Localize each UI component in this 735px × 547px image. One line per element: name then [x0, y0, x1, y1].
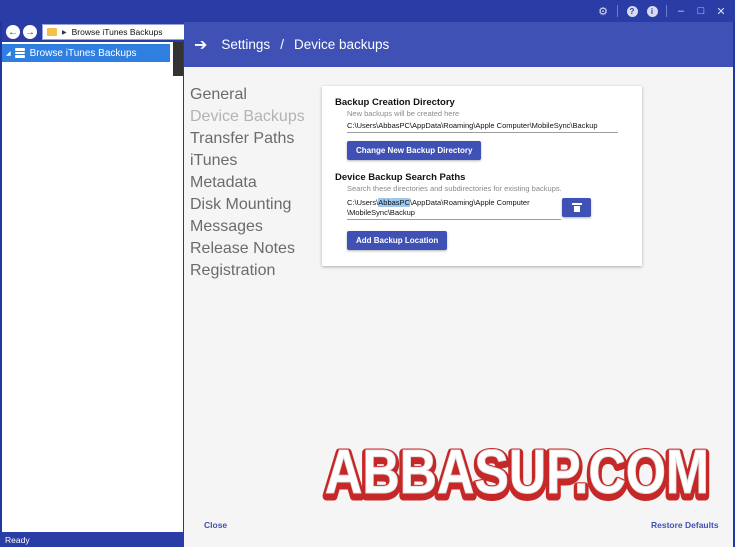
- path-line-2: \MobileSync\Backup: [347, 207, 415, 217]
- close-icon[interactable]: ✕: [713, 3, 729, 19]
- settings-header: ➔ Settings / Device backups: [184, 22, 733, 67]
- title-controls: ⚙ ? i – □ ✕: [595, 3, 729, 19]
- menu-item-release-notes[interactable]: Release Notes: [190, 238, 320, 260]
- breadcrumb-current: Device backups: [293, 37, 390, 52]
- menu-item-messages[interactable]: Messages: [190, 216, 320, 238]
- menu-item-registration[interactable]: Registration: [190, 260, 320, 282]
- path-highlight: AbbasPC: [378, 198, 410, 207]
- caret-right-icon: ▶: [62, 29, 67, 36]
- minimize-icon[interactable]: –: [673, 3, 689, 19]
- pane-divider: [173, 42, 183, 76]
- section-subtitle-creation: New backups will be created here: [347, 109, 460, 118]
- menu-item-transfer-paths[interactable]: Transfer Paths: [190, 128, 320, 150]
- delete-path-button[interactable]: [562, 198, 591, 217]
- search-paths-section: Device Backup Search Paths Search these …: [335, 172, 629, 250]
- settings-menu: General Device Backups Transfer Paths iT…: [190, 84, 320, 282]
- menu-item-metadata[interactable]: Metadata: [190, 172, 320, 194]
- help-icon[interactable]: ?: [624, 3, 640, 19]
- search-path-field[interactable]: C:\Users\AbbasPC\AppData\Roaming\Apple C…: [347, 198, 561, 220]
- tree-item-browse-backups[interactable]: ◢ Browse iTunes Backups: [2, 44, 170, 62]
- breadcrumb-separator: /: [280, 37, 284, 52]
- add-backup-location-button[interactable]: Add Backup Location: [347, 231, 448, 250]
- gear-icon[interactable]: ⚙: [595, 3, 611, 19]
- database-icon: [14, 48, 25, 59]
- folder-icon: [47, 28, 57, 36]
- info-icon[interactable]: i: [644, 3, 660, 19]
- back-arrow-icon[interactable]: ←: [6, 25, 20, 39]
- address-bar[interactable]: ▶ Browse iTunes Backups: [42, 24, 187, 40]
- divider: [617, 5, 618, 17]
- section-title-search: Device Backup Search Paths: [335, 172, 466, 183]
- section-title-creation: Backup Creation Directory: [335, 97, 455, 108]
- close-button[interactable]: Close: [204, 520, 227, 530]
- settings-card: Backup Creation Directory New backups wi…: [322, 86, 642, 266]
- forward-arrow-icon[interactable]: →: [23, 25, 37, 39]
- arrow-right-icon[interactable]: ➔: [194, 35, 207, 55]
- menu-item-general[interactable]: General: [190, 84, 320, 106]
- backup-directory-field[interactable]: C:\Users\AbbasPC\AppData\Roaming\Apple C…: [347, 121, 618, 133]
- path-prefix: C:\Users\: [347, 198, 379, 207]
- breadcrumb-settings[interactable]: Settings: [221, 37, 270, 52]
- status-bar: Ready: [0, 532, 184, 547]
- restore-defaults-button[interactable]: Restore Defaults: [651, 520, 719, 530]
- divider: [666, 5, 667, 17]
- change-backup-directory-button[interactable]: Change New Backup Directory: [347, 141, 482, 160]
- trash-icon: [571, 203, 582, 212]
- address-text: Browse iTunes Backups: [71, 27, 163, 37]
- watermark-logo: ABBASUP.COM ABBASUP.COM: [321, 440, 713, 505]
- menu-item-itunes[interactable]: iTunes: [190, 150, 320, 172]
- watermark-text: ABBASUP.COM: [325, 440, 709, 505]
- menu-item-disk-mounting[interactable]: Disk Mounting: [190, 194, 320, 216]
- title-bar: ⚙ ? i – □ ✕: [0, 0, 735, 22]
- tree-item-label: Browse iTunes Backups: [29, 47, 137, 59]
- status-text: Ready: [5, 534, 30, 545]
- tree-pane: [2, 22, 183, 532]
- maximize-icon[interactable]: □: [693, 3, 709, 19]
- search-path-row: C:\Users\AbbasPC\AppData\Roaming\Apple C…: [347, 198, 629, 220]
- navigation-bar: ← → ▶ Browse iTunes Backups: [2, 22, 187, 42]
- expander-icon[interactable]: ◢: [6, 50, 11, 57]
- section-subtitle-search: Search these directories and subdirector…: [347, 184, 562, 193]
- menu-item-device-backups[interactable]: Device Backups: [190, 106, 320, 128]
- path-rest: \AppData\Roaming\Apple Computer: [409, 198, 530, 207]
